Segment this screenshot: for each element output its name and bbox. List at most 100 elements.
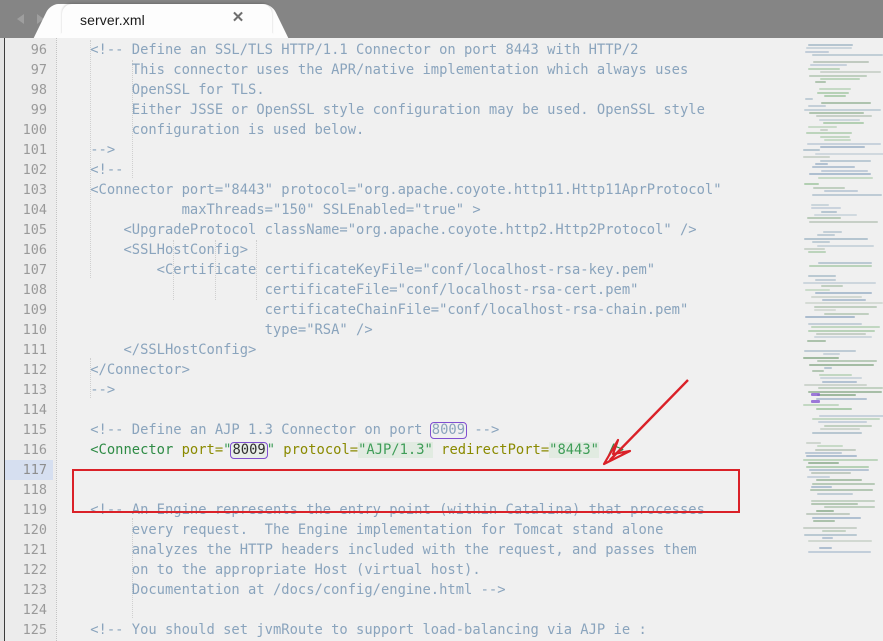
code-line[interactable]: 109 certificateChainFile="conf/localhost…	[0, 300, 883, 320]
code-line[interactable]: 110 type="RSA" />	[0, 320, 883, 340]
code-line[interactable]: 104 maxThreads="150" SSLEnabled="true" >	[0, 200, 883, 220]
code-line[interactable]: 99 Either JSSE or OpenSSL style configur…	[0, 100, 883, 120]
code-text: -->	[57, 382, 116, 398]
minimap-line	[821, 285, 843, 288]
minimap-line	[807, 217, 841, 220]
code-line[interactable]: 106 <SSLHostConfig>	[0, 240, 883, 260]
minimap-line	[804, 384, 867, 386]
minimap-line	[812, 418, 880, 420]
minimap-line	[810, 489, 873, 492]
minimap-line	[811, 207, 841, 210]
minimap-line	[808, 550, 871, 553]
code-line[interactable]: 108 certificateFile="conf/localhost-rsa-…	[0, 280, 883, 300]
code-text: every request. The Engine implementation…	[57, 522, 664, 538]
code-line[interactable]: 105 <UpgradeProtocol className="org.apac…	[0, 220, 883, 240]
line-number: 111	[22, 342, 47, 358]
minimap-line	[811, 326, 880, 329]
minimap-line	[817, 492, 853, 495]
code-text: Either JSSE or OpenSSL style configurati…	[57, 102, 705, 118]
line-number: 100	[22, 122, 47, 138]
minimap-line	[818, 261, 872, 264]
minimap-line	[819, 373, 852, 376]
minimap-line	[813, 520, 835, 522]
minimap-line	[824, 424, 872, 427]
code-text: <!-- You should set jvmRoute to support …	[57, 622, 647, 638]
code-line[interactable]: 118	[0, 480, 883, 500]
minimap-line	[815, 278, 836, 281]
minimap-line	[803, 526, 857, 529]
minimap-line	[815, 292, 872, 295]
code-line[interactable]: 125 <!-- You should set jvmRoute to supp…	[0, 620, 883, 640]
back-arrow-icon[interactable]	[14, 12, 28, 26]
code-line[interactable]: 124	[0, 600, 883, 620]
minimap-line	[812, 241, 830, 244]
minimap-line	[805, 452, 842, 454]
line-number: 99	[30, 102, 47, 118]
code-text: </SSLHostConfig>	[57, 342, 257, 358]
minimap-line	[809, 173, 871, 176]
code-text: on to the appropriate Host (virtual host…	[57, 562, 481, 578]
code-text: type="RSA" />	[57, 322, 373, 338]
code-line[interactable]: 101 -->	[0, 140, 883, 160]
code-line[interactable]: 97 This connector uses the APR/native im…	[0, 60, 883, 80]
line-number: 98	[30, 82, 47, 98]
minimap-line	[808, 462, 839, 465]
minimap-line	[816, 479, 862, 482]
code-text: certificateFile="conf/localhost-rsa-cert…	[57, 282, 639, 298]
minimap-line	[803, 149, 820, 152]
line-number: 110	[22, 322, 47, 338]
minimap-line	[810, 64, 847, 67]
minimap-line	[808, 125, 837, 128]
minimap-line	[822, 530, 846, 533]
minimap[interactable]	[797, 38, 883, 641]
code-line[interactable]: 121 analyzes the HTTP headers included w…	[0, 540, 883, 560]
line-number: 112	[22, 362, 47, 378]
code-line[interactable]: 119 <!-- An Engine represents the entry …	[0, 500, 883, 520]
minimap-line	[817, 234, 835, 237]
minimap-line	[816, 115, 872, 118]
code-line[interactable]: 100 configuration is used below.	[0, 120, 883, 140]
line-number: 102	[22, 162, 47, 178]
code-line[interactable]: 114	[0, 400, 883, 420]
code-line[interactable]: 102 <!--	[0, 160, 883, 180]
minimap-line	[816, 397, 867, 400]
minimap-line	[815, 81, 826, 84]
code-text: <Connector port="8443" protocol="org.apa…	[57, 182, 722, 198]
minimap-line	[806, 132, 852, 135]
minimap-line	[803, 356, 839, 359]
code-line[interactable]: 107 <Certificate certificateKeyFile="con…	[0, 260, 883, 280]
minimap-line	[820, 135, 850, 138]
minimap-line	[816, 407, 852, 410]
code-line[interactable]: 117	[0, 460, 883, 480]
code-line[interactable]: 112 </Connector>	[0, 360, 883, 380]
line-number: 113	[22, 382, 47, 398]
minimap-line	[824, 367, 832, 369]
minimap-line	[814, 309, 836, 312]
minimap-line	[811, 472, 851, 475]
code-line[interactable]: 120 every request. The Engine implementa…	[0, 520, 883, 540]
minimap-line	[824, 506, 875, 509]
code-line[interactable]: 96 <!-- Define an SSL/TLS HTTP/1.1 Conne…	[0, 40, 883, 60]
code-editor[interactable]: 96 <!-- Define an SSL/TLS HTTP/1.1 Conne…	[0, 38, 883, 641]
line-number: 96	[30, 42, 47, 58]
minimap-line	[811, 503, 858, 505]
minimap-line	[806, 455, 857, 458]
code-line[interactable]: 115 <!-- Define an AJP 1.3 Connector on …	[0, 420, 883, 440]
minimap-line	[808, 540, 872, 543]
minimap-line	[812, 431, 862, 434]
minimap-line	[817, 244, 874, 247]
close-icon[interactable]: ✕	[230, 10, 246, 26]
code-line[interactable]: 111 </SSLHostConfig>	[0, 340, 883, 360]
line-number: 118	[22, 482, 47, 498]
line-number: 124	[22, 602, 47, 618]
minimap-line	[819, 88, 851, 91]
line-number: 117	[5, 460, 53, 480]
code-line[interactable]: 113 -->	[0, 380, 883, 400]
code-line[interactable]: 123 Documentation at /docs/config/engine…	[0, 580, 883, 600]
code-line[interactable]: 116 <Connector port="8009" protocol="AJP…	[0, 440, 883, 460]
code-line[interactable]: 103 <Connector port="8443" protocol="org…	[0, 180, 883, 200]
code-line[interactable]: 122 on to the appropriate Host (virtual …	[0, 560, 883, 580]
minimap-line	[813, 186, 845, 189]
code-line[interactable]: 98 OpenSSL for TLS.	[0, 80, 883, 100]
minimap-line	[803, 282, 876, 284]
